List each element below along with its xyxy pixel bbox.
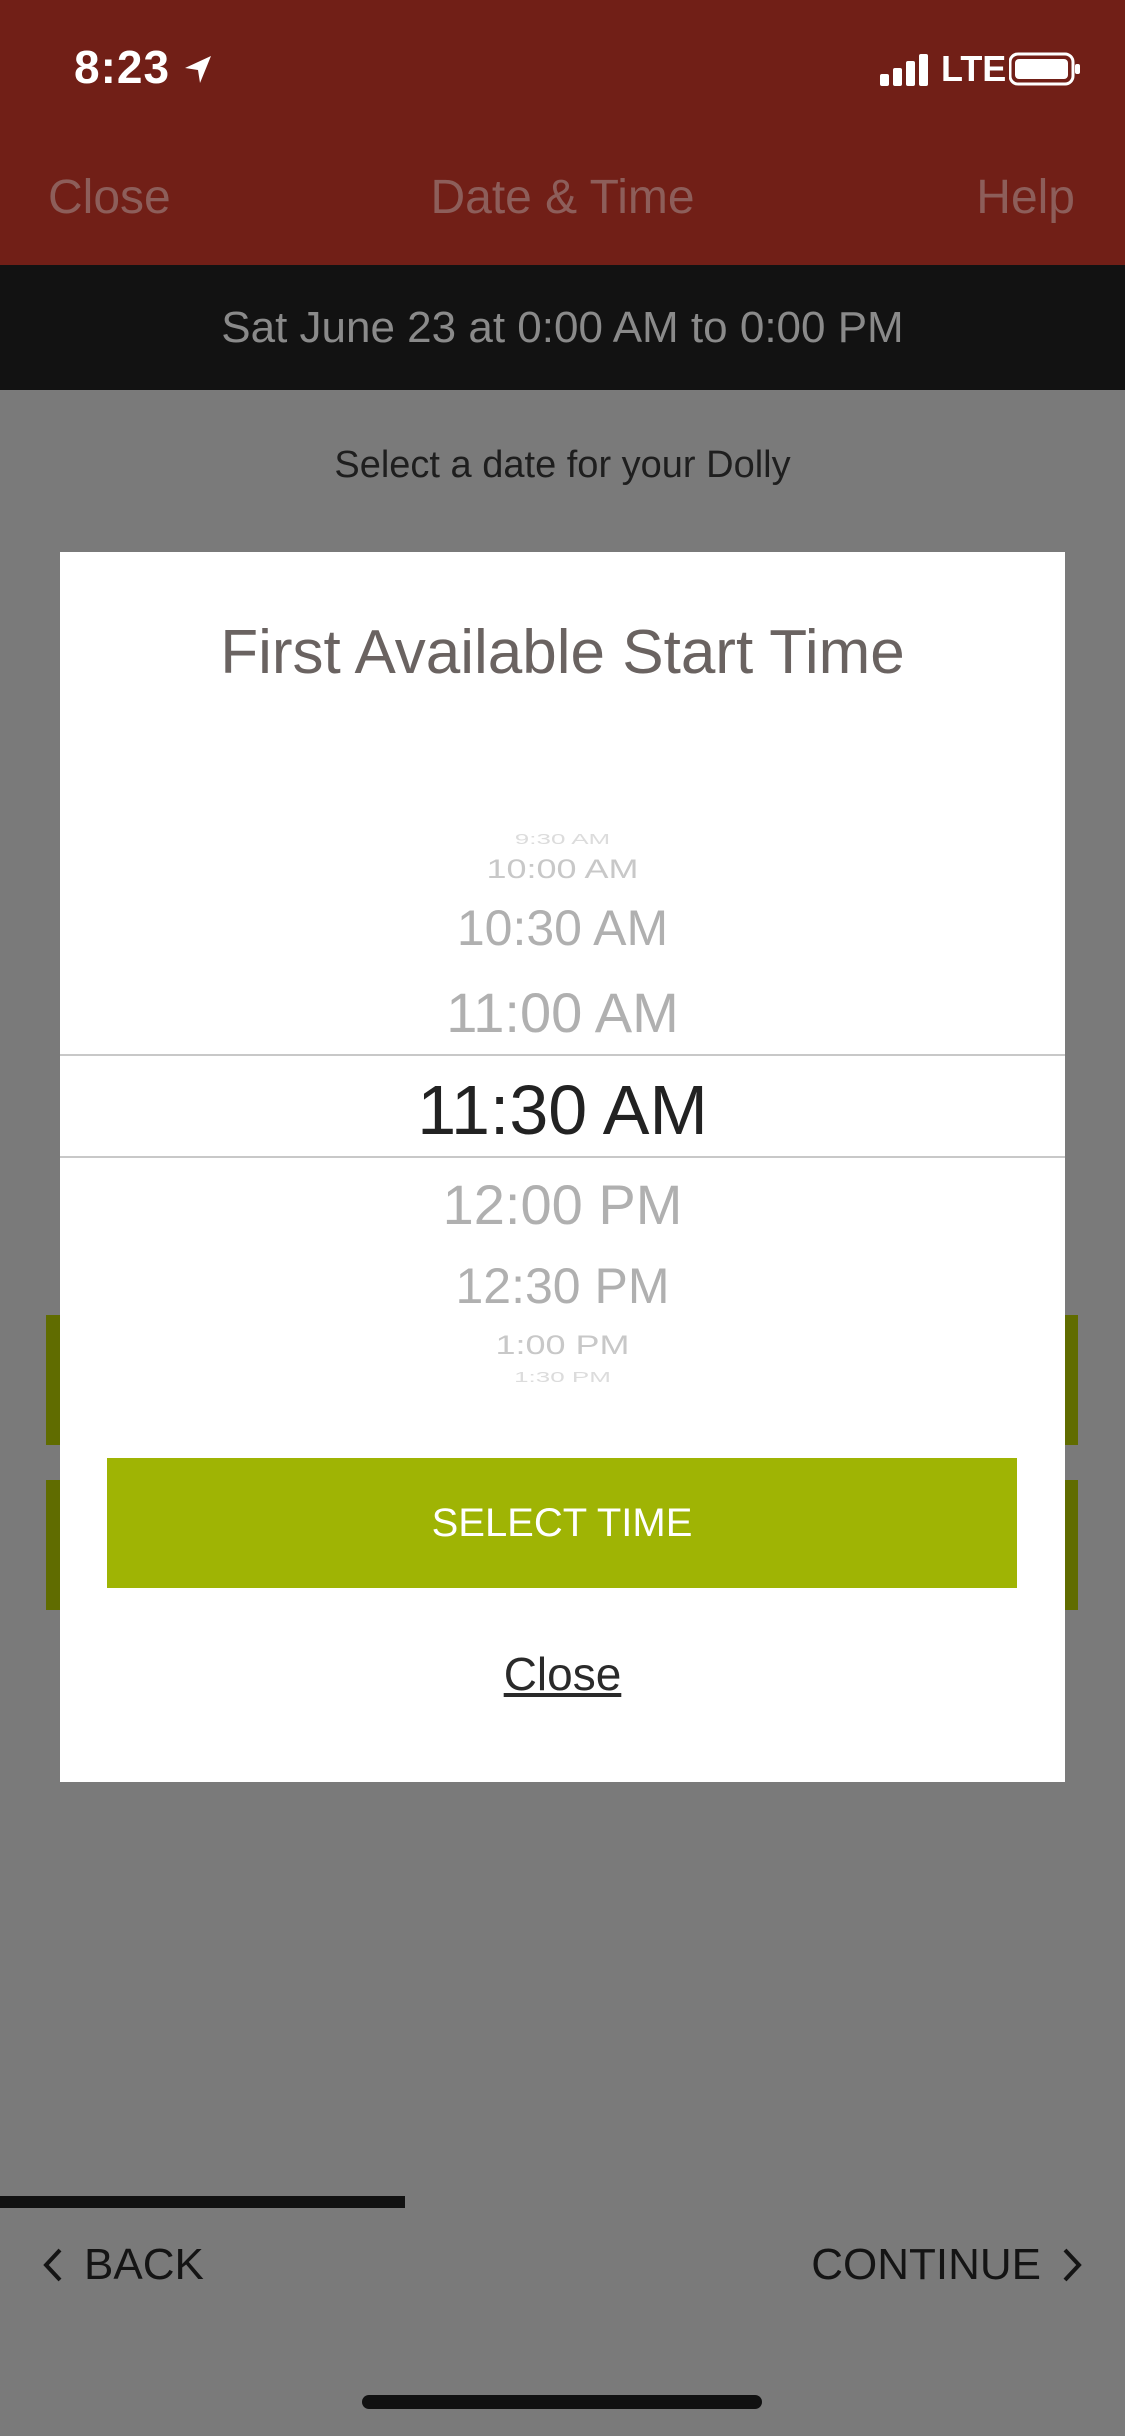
start-time-modal: First Available Start Time 9:30 AM 10:00… [60, 552, 1065, 1782]
picker-option[interactable]: 10:00 AM [60, 853, 1065, 885]
continue-button[interactable]: CONTINUE [811, 2240, 1085, 2290]
picker-option[interactable]: 12:30 PM [60, 1257, 1065, 1315]
location-arrow-icon [185, 56, 211, 83]
background-button-edge [46, 1480, 60, 1610]
back-button[interactable]: BACK [40, 2240, 204, 2290]
status-time: 8:23 [74, 41, 171, 93]
nav-title: Date & Time [430, 171, 695, 224]
modal-title: First Available Start Time [220, 618, 905, 687]
picker-option-selected[interactable]: 11:30 AM [60, 1070, 1065, 1150]
signal-icon [880, 54, 928, 86]
continue-label: CONTINUE [811, 2240, 1041, 2289]
battery-icon [1009, 52, 1080, 86]
picker-option[interactable]: 1:30 PM [60, 1369, 1065, 1386]
network-label: LTE [941, 48, 1007, 89]
nav-help-button[interactable]: Help [976, 170, 1075, 225]
picker-option[interactable]: 9:30 AM [60, 831, 1065, 848]
picker-option[interactable]: 10:30 AM [60, 899, 1065, 957]
picker-option[interactable]: 1:00 PM [60, 1329, 1065, 1361]
progress-bar [0, 2196, 406, 2208]
home-indicator [362, 2395, 762, 2409]
modal-close-link[interactable]: Close [60, 1647, 1065, 1701]
date-time-summary: Sat June 23 at 0:00 AM to 0:00 PM [0, 265, 1125, 390]
background-button-edge [1064, 1480, 1078, 1610]
background-button-edge [46, 1315, 60, 1445]
page-subtitle: Select a date for your Dolly [334, 444, 791, 486]
picker-option[interactable]: 11:00 AM [60, 980, 1065, 1045]
chevron-left-icon [43, 2248, 62, 2282]
select-time-button[interactable]: SELECT TIME [107, 1458, 1017, 1588]
chevron-right-icon [1063, 2248, 1082, 2282]
picker-option[interactable]: 12:00 PM [60, 1172, 1065, 1237]
background-button-edge [1064, 1315, 1078, 1445]
back-label: BACK [84, 2240, 204, 2289]
